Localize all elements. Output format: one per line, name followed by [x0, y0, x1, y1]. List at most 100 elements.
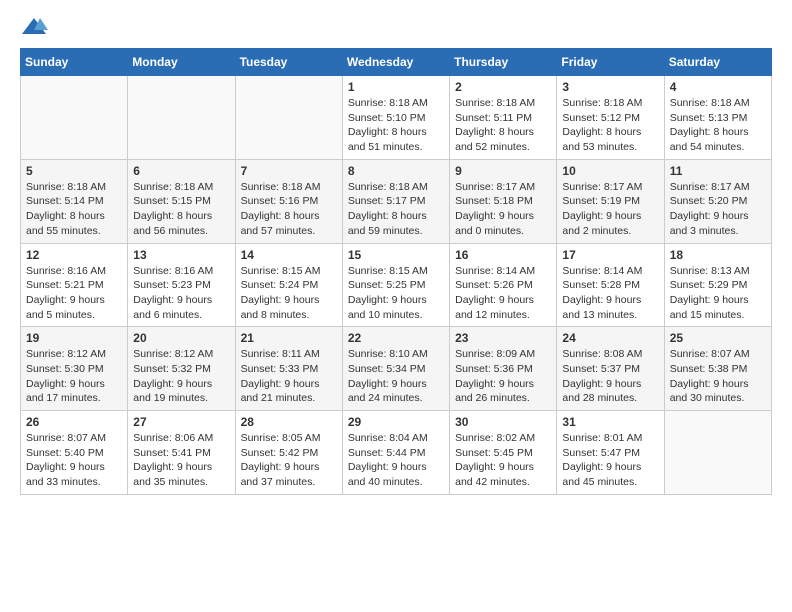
- days-header-row: SundayMondayTuesdayWednesdayThursdayFrid…: [21, 49, 772, 76]
- day-info: Sunrise: 8:17 AM Sunset: 5:19 PM Dayligh…: [562, 180, 658, 239]
- day-info: Sunrise: 8:07 AM Sunset: 5:38 PM Dayligh…: [670, 347, 766, 406]
- day-number: 28: [241, 415, 337, 429]
- calendar-cell: 7 Sunrise: 8:18 AM Sunset: 5:16 PM Daylig…: [235, 159, 342, 243]
- calendar-cell: 14Sunrise: 8:15 AM Sunset: 5:24 PM Dayli…: [235, 243, 342, 327]
- calendar-cell: 20 Sunrise: 8:12 AM Sunset: 5:32 PM Dayli…: [128, 327, 235, 411]
- day-info: Sunrise: 8:11 AM Sunset: 5:33 PM Dayligh…: [241, 347, 337, 406]
- day-info: Sunrise: 8:18 AM Sunset: 5:13 PM Dayligh…: [670, 96, 766, 155]
- day-header-thursday: Thursday: [450, 49, 557, 76]
- day-header-friday: Friday: [557, 49, 664, 76]
- day-number: 16: [455, 248, 551, 262]
- calendar-cell: 9 Sunrise: 8:17 AM Sunset: 5:18 PM Daylig…: [450, 159, 557, 243]
- calendar-cell: 18 Sunrise: 8:13 AM Sunset: 5:29 PM Dayli…: [664, 243, 771, 327]
- day-info: Sunrise: 8:12 AM Sunset: 5:30 PM Dayligh…: [26, 347, 122, 406]
- calendar-cell: 16 Sunrise: 8:14 AM Sunset: 5:26 PM Dayli…: [450, 243, 557, 327]
- calendar-cell: 4 Sunrise: 8:18 AM Sunset: 5:13 PM Daylig…: [664, 76, 771, 160]
- day-number: 2: [455, 80, 551, 94]
- day-info: Sunrise: 8:18 AM Sunset: 5:16 PM Dayligh…: [241, 180, 337, 239]
- calendar-table: SundayMondayTuesdayWednesdayThursdayFrid…: [20, 48, 772, 495]
- day-number: 30: [455, 415, 551, 429]
- calendar-cell: 26 Sunrise: 8:07 AM Sunset: 5:40 PM Dayli…: [21, 411, 128, 495]
- week-row-3: 12 Sunrise: 8:16 AM Sunset: 5:21 PM Dayli…: [21, 243, 772, 327]
- week-row-5: 26 Sunrise: 8:07 AM Sunset: 5:40 PM Dayli…: [21, 411, 772, 495]
- day-number: 3: [562, 80, 658, 94]
- day-header-monday: Monday: [128, 49, 235, 76]
- calendar-cell: 25 Sunrise: 8:07 AM Sunset: 5:38 PM Dayli…: [664, 327, 771, 411]
- day-info: Sunrise: 8:01 AM Sunset: 5:47 PM Dayligh…: [562, 431, 658, 490]
- day-number: 20: [133, 331, 229, 345]
- day-info: Sunrise: 8:04 AM Sunset: 5:44 PM Dayligh…: [348, 431, 444, 490]
- day-info: Sunrise: 8:05 AM Sunset: 5:42 PM Dayligh…: [241, 431, 337, 490]
- day-info: Sunrise: 8:16 AM Sunset: 5:23 PM Dayligh…: [133, 264, 229, 323]
- day-info: Sunrise: 8:14 AM Sunset: 5:28 PM Dayligh…: [562, 264, 658, 323]
- day-number: 26: [26, 415, 122, 429]
- calendar-cell: 15Sunrise: 8:15 AM Sunset: 5:25 PM Dayli…: [342, 243, 449, 327]
- calendar-cell: 6Sunrise: 8:18 AM Sunset: 5:15 PM Daylig…: [128, 159, 235, 243]
- day-number: 18: [670, 248, 766, 262]
- day-number: 12: [26, 248, 122, 262]
- day-number: 9: [455, 164, 551, 178]
- logo: [20, 16, 52, 38]
- day-info: Sunrise: 8:13 AM Sunset: 5:29 PM Dayligh…: [670, 264, 766, 323]
- calendar-cell: [21, 76, 128, 160]
- calendar-cell: [664, 411, 771, 495]
- day-number: 21: [241, 331, 337, 345]
- day-number: 13: [133, 248, 229, 262]
- calendar-cell: [235, 76, 342, 160]
- day-number: 19: [26, 331, 122, 345]
- day-number: 8: [348, 164, 444, 178]
- day-header-sunday: Sunday: [21, 49, 128, 76]
- day-number: 11: [670, 164, 766, 178]
- calendar-cell: 11Sunrise: 8:17 AM Sunset: 5:20 PM Dayli…: [664, 159, 771, 243]
- day-info: Sunrise: 8:15 AM Sunset: 5:25 PM Dayligh…: [348, 264, 444, 323]
- day-info: Sunrise: 8:09 AM Sunset: 5:36 PM Dayligh…: [455, 347, 551, 406]
- day-info: Sunrise: 8:14 AM Sunset: 5:26 PM Dayligh…: [455, 264, 551, 323]
- day-info: Sunrise: 8:17 AM Sunset: 5:18 PM Dayligh…: [455, 180, 551, 239]
- week-row-1: 1 Sunrise: 8:18 AM Sunset: 5:10 PM Daylig…: [21, 76, 772, 160]
- calendar-cell: 24Sunrise: 8:08 AM Sunset: 5:37 PM Dayli…: [557, 327, 664, 411]
- day-header-wednesday: Wednesday: [342, 49, 449, 76]
- week-row-2: 5Sunrise: 8:18 AM Sunset: 5:14 PM Daylig…: [21, 159, 772, 243]
- header: [20, 16, 772, 38]
- day-number: 17: [562, 248, 658, 262]
- calendar-cell: 13 Sunrise: 8:16 AM Sunset: 5:23 PM Dayli…: [128, 243, 235, 327]
- calendar-cell: 17 Sunrise: 8:14 AM Sunset: 5:28 PM Dayli…: [557, 243, 664, 327]
- day-number: 27: [133, 415, 229, 429]
- day-number: 24: [562, 331, 658, 345]
- calendar-cell: 21 Sunrise: 8:11 AM Sunset: 5:33 PM Dayli…: [235, 327, 342, 411]
- calendar-cell: 30Sunrise: 8:02 AM Sunset: 5:45 PM Dayli…: [450, 411, 557, 495]
- calendar-cell: 2 Sunrise: 8:18 AM Sunset: 5:11 PM Daylig…: [450, 76, 557, 160]
- day-info: Sunrise: 8:18 AM Sunset: 5:17 PM Dayligh…: [348, 180, 444, 239]
- day-info: Sunrise: 8:10 AM Sunset: 5:34 PM Dayligh…: [348, 347, 444, 406]
- day-header-tuesday: Tuesday: [235, 49, 342, 76]
- day-header-saturday: Saturday: [664, 49, 771, 76]
- day-number: 7: [241, 164, 337, 178]
- day-info: Sunrise: 8:12 AM Sunset: 5:32 PM Dayligh…: [133, 347, 229, 406]
- day-number: 23: [455, 331, 551, 345]
- day-number: 31: [562, 415, 658, 429]
- week-row-4: 19 Sunrise: 8:12 AM Sunset: 5:30 PM Dayli…: [21, 327, 772, 411]
- logo-icon: [20, 16, 48, 38]
- day-info: Sunrise: 8:06 AM Sunset: 5:41 PM Dayligh…: [133, 431, 229, 490]
- day-number: 4: [670, 80, 766, 94]
- day-number: 5: [26, 164, 122, 178]
- calendar-cell: 10Sunrise: 8:17 AM Sunset: 5:19 PM Dayli…: [557, 159, 664, 243]
- day-info: Sunrise: 8:16 AM Sunset: 5:21 PM Dayligh…: [26, 264, 122, 323]
- day-info: Sunrise: 8:18 AM Sunset: 5:10 PM Dayligh…: [348, 96, 444, 155]
- calendar-cell: 28 Sunrise: 8:05 AM Sunset: 5:42 PM Dayli…: [235, 411, 342, 495]
- day-info: Sunrise: 8:18 AM Sunset: 5:11 PM Dayligh…: [455, 96, 551, 155]
- calendar-cell: 5Sunrise: 8:18 AM Sunset: 5:14 PM Daylig…: [21, 159, 128, 243]
- day-number: 1: [348, 80, 444, 94]
- day-number: 29: [348, 415, 444, 429]
- calendar-cell: 12 Sunrise: 8:16 AM Sunset: 5:21 PM Dayli…: [21, 243, 128, 327]
- calendar-cell: 19 Sunrise: 8:12 AM Sunset: 5:30 PM Dayli…: [21, 327, 128, 411]
- day-number: 25: [670, 331, 766, 345]
- day-number: 22: [348, 331, 444, 345]
- calendar-cell: 3 Sunrise: 8:18 AM Sunset: 5:12 PM Daylig…: [557, 76, 664, 160]
- day-info: Sunrise: 8:07 AM Sunset: 5:40 PM Dayligh…: [26, 431, 122, 490]
- day-info: Sunrise: 8:18 AM Sunset: 5:15 PM Dayligh…: [133, 180, 229, 239]
- day-info: Sunrise: 8:18 AM Sunset: 5:12 PM Dayligh…: [562, 96, 658, 155]
- calendar-cell: [128, 76, 235, 160]
- calendar-cell: 1 Sunrise: 8:18 AM Sunset: 5:10 PM Daylig…: [342, 76, 449, 160]
- calendar-cell: 8 Sunrise: 8:18 AM Sunset: 5:17 PM Daylig…: [342, 159, 449, 243]
